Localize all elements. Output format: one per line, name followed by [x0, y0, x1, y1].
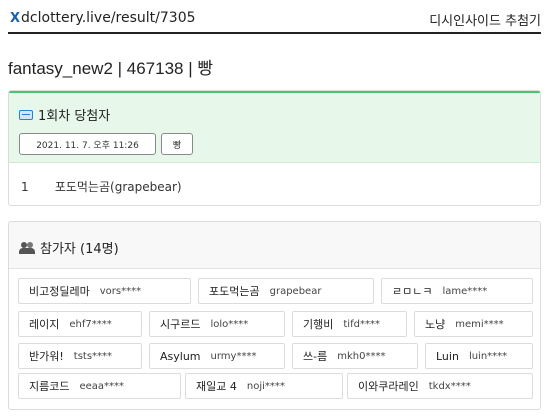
participant-chip: 지름코드 eeaa****: [18, 373, 181, 399]
participant-id: tifd****: [343, 318, 380, 330]
users-icon: [19, 241, 35, 254]
site-link[interactable]: X dclottery.live/result/7305: [10, 10, 196, 26]
participant-name: 쓰-름: [303, 350, 328, 363]
winner-title: 1회차 당첨자: [19, 105, 110, 124]
participant-chip: 비고정딜레마 vors****: [18, 278, 191, 304]
participant-id: lame****: [442, 285, 488, 297]
participant-chip: 시구르드 lolo****: [149, 311, 285, 337]
participant-name: 비고정딜레마: [29, 285, 90, 298]
participant-id: mkh0****: [337, 350, 386, 362]
participant-chip: 쓰-름 mkh0****: [292, 343, 418, 369]
winner-name: 포도먹는곰(grapebear): [54, 180, 182, 194]
top-bar: X dclottery.live/result/7305 디시인사이드 추첨기: [8, 0, 541, 34]
participant-name: 노냥: [425, 318, 446, 331]
winner-card-header: 1회차 당첨자 2021. 11. 7. 오후 11:26 빵: [9, 91, 540, 163]
participant-chip: 이와쿠라레인 tkdx****: [347, 373, 533, 399]
participant-chip: Asylum urmy****: [149, 343, 285, 369]
participant-id: lolo****: [210, 318, 249, 330]
participants-card-header: 참가자 (14명): [9, 222, 540, 269]
participant-id: grapebear: [269, 285, 322, 297]
participant-id: ehf7****: [69, 318, 112, 330]
participant-chip: ㄹㅁㄴㅋ lame****: [381, 278, 533, 304]
participant-id: eeaa****: [79, 380, 125, 392]
draw-date-badge: 2021. 11. 7. 오후 11:26: [19, 133, 156, 155]
id-card-icon: [19, 109, 33, 120]
participants-title-label: 참가자 (14명): [40, 242, 119, 257]
winner-rank: 1: [21, 180, 29, 194]
participant-id: memi****: [455, 318, 504, 330]
participant-name: 지름코드: [29, 380, 70, 393]
participant-chip: 노냥 memi****: [414, 311, 533, 337]
site-title: 디시인사이드 추첨기: [429, 14, 541, 29]
winner-list-item: 1 포도먹는곰(grapebear): [21, 178, 182, 195]
participants-card: 참가자 (14명) 비고정딜레마 vors**** 포도먹는곰 grapebear …: [8, 221, 541, 410]
participant-id: tsts****: [73, 350, 113, 362]
participant-name: 이와쿠라레인: [358, 380, 419, 393]
participant-id: noji****: [246, 380, 285, 392]
participant-name: ㄹㅁㄴㅋ: [392, 285, 433, 298]
participant-name: 시구르드: [160, 318, 201, 331]
participant-id: tkdx****: [428, 380, 471, 392]
participant-id: luin****: [468, 350, 508, 362]
participant-chip: 기행비 tifd****: [292, 311, 407, 337]
participants-title: 참가자 (14명): [19, 238, 119, 257]
prize-tag-badge: 빵: [161, 133, 193, 155]
winner-title-label: 1회차 당첨자: [38, 109, 111, 124]
participant-name: Luin: [436, 349, 459, 363]
participant-chip: 포도먹는곰 grapebear: [198, 278, 374, 304]
participant-chip: 레이지 ehf7****: [18, 311, 142, 337]
participant-chip: Luin luin****: [425, 343, 533, 369]
participant-name: 재일교 4: [196, 380, 237, 393]
participant-name: Asylum: [160, 349, 201, 363]
participant-name: 포도먹는곰: [209, 285, 260, 298]
participant-chip: 재일교 4 noji****: [185, 373, 343, 399]
participant-id: vors****: [99, 285, 142, 297]
participant-id: urmy****: [210, 350, 257, 362]
participant-name: 레이지: [29, 318, 60, 331]
site-url: dclottery.live/result/7305: [21, 10, 196, 26]
page-title: fantasy_new2 | 467138 | 빵: [8, 59, 213, 78]
winner-card: 1회차 당첨자 2021. 11. 7. 오후 11:26 빵 1 포도먹는곰(…: [8, 90, 541, 206]
participant-chip: 반가워! tsts****: [18, 343, 142, 369]
participant-name: 반가워!: [29, 350, 64, 363]
brand-x-icon: X: [10, 10, 21, 26]
participant-name: 기행비: [303, 318, 334, 331]
